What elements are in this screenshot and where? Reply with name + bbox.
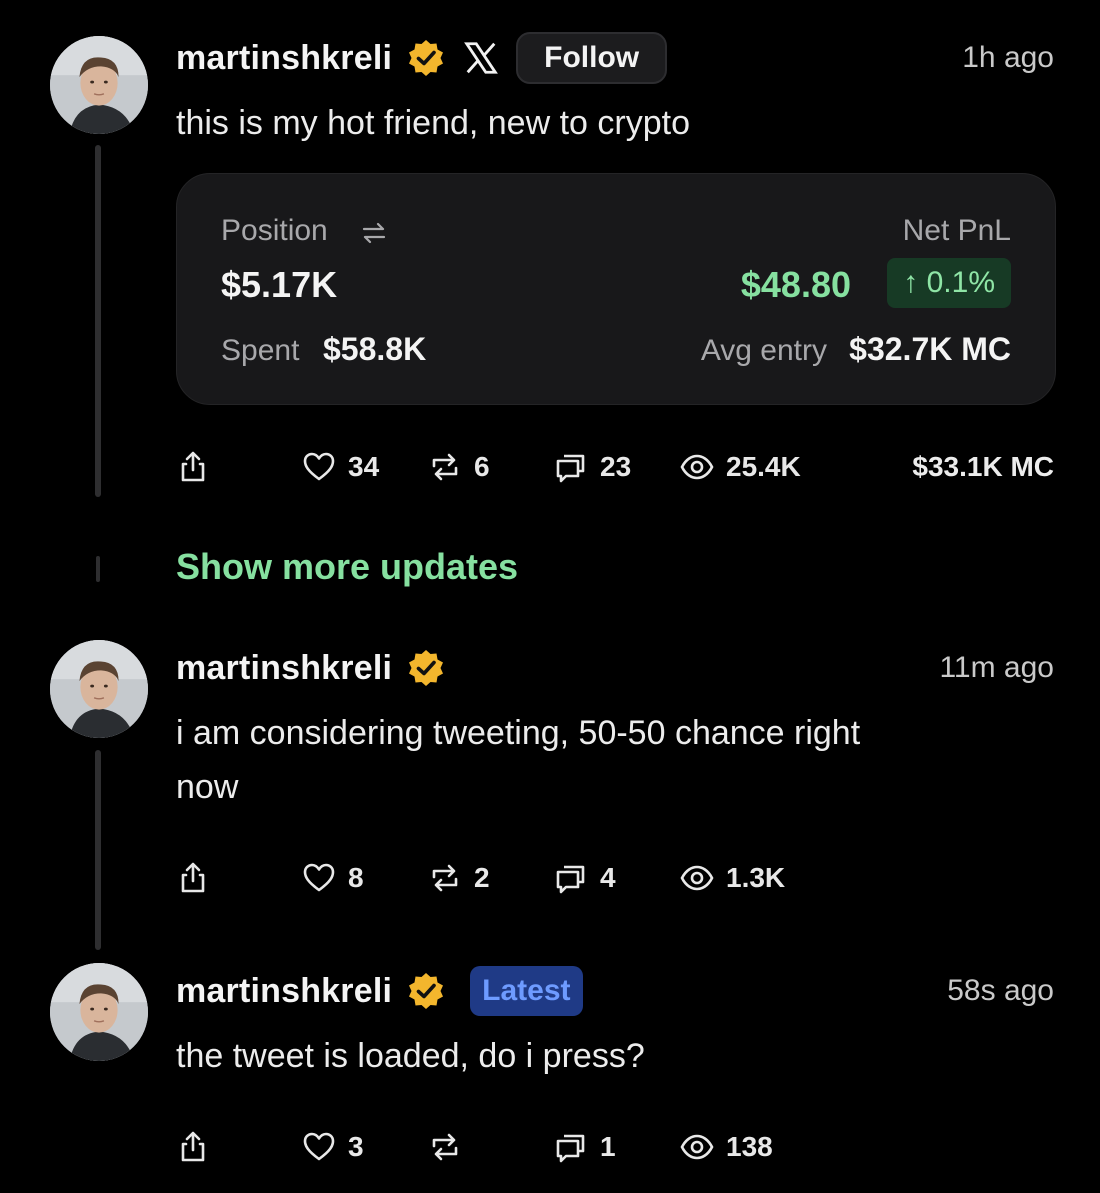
thread-line-short (96, 556, 100, 582)
avg-entry-value: $32.7K MC (849, 331, 1011, 367)
comment-icon (556, 865, 585, 894)
post-actions: 34 6 23 25.4K $33.1K MC (176, 445, 1054, 489)
avatar-photo (50, 963, 148, 1061)
repost-button[interactable]: 2 (428, 856, 490, 900)
comment-count: 4 (600, 862, 616, 893)
avatar[interactable] (50, 963, 148, 1061)
like-count: 34 (348, 451, 380, 482)
repost-icon (432, 453, 458, 481)
avatar[interactable] (50, 640, 148, 738)
repost-button[interactable] (428, 1125, 474, 1169)
post-text: the tweet is loaded, do i press? (176, 1037, 645, 1075)
view-count: 138 (726, 1131, 773, 1162)
share-button[interactable] (176, 445, 210, 489)
position-value: $5.17K (221, 264, 338, 305)
x-logo-icon[interactable] (462, 39, 500, 77)
eye-icon (680, 865, 714, 891)
avatar-photo (50, 36, 148, 134)
timestamp: 11m ago (939, 651, 1054, 684)
eye-icon (680, 1134, 714, 1160)
position-label: Position (221, 214, 328, 247)
comment-button[interactable]: 23 (554, 445, 631, 489)
like-button[interactable]: 8 (302, 856, 364, 900)
views-button[interactable]: 1.3K (680, 856, 785, 900)
username[interactable]: martinshkreli (176, 39, 392, 78)
timestamp: 1h ago (962, 41, 1054, 74)
view-count: 25.4K (726, 451, 801, 482)
avg-entry-label: Avg entry (700, 334, 827, 367)
share-button[interactable] (176, 856, 210, 900)
verified-badge-icon (409, 650, 444, 686)
username[interactable]: martinshkreli (176, 972, 392, 1011)
heart-icon (303, 452, 335, 481)
latest-badge: Latest (470, 966, 583, 1016)
share-icon (181, 862, 205, 893)
post-text: this is my hot friend, new to crypto (176, 104, 690, 142)
views-button[interactable]: 138 (680, 1125, 773, 1169)
post-text-line-1: i am considering tweeting, 50-50 chance … (176, 714, 861, 752)
post-header: martinshkreli Latest 58s ago (176, 961, 1054, 1021)
follow-button[interactable]: Follow (516, 32, 668, 84)
market-cap: $33.1K MC (912, 451, 1054, 482)
verified-badge-icon (409, 973, 444, 1009)
like-button[interactable]: 3 (302, 1125, 364, 1169)
like-count: 8 (348, 862, 364, 893)
repost-button[interactable]: 6 (428, 445, 490, 489)
post-header: martinshkreli Follow 1h ago (176, 28, 1054, 88)
post-2: martinshkreli 11m ago i am considering t… (176, 638, 1054, 814)
thread-line (95, 145, 101, 497)
post-3: martinshkreli Latest 58s ago the tweet i… (176, 961, 1054, 1083)
avatar-photo (50, 640, 148, 738)
heart-icon (303, 863, 335, 892)
post-1: martinshkreli Follow 1h ago this is my h… (176, 28, 1054, 150)
position-card[interactable]: Position $5.17K Net PnL $48.80 ↑ 0.1% Sp… (176, 173, 1056, 405)
repost-count: 6 (474, 451, 490, 482)
heart-icon (303, 1132, 335, 1161)
post-actions: 3 1 138 (176, 1125, 1054, 1169)
thread-line (95, 750, 101, 950)
share-icon (181, 451, 205, 482)
comment-button[interactable]: 4 (554, 856, 616, 900)
timestamp: 58s ago (947, 974, 1054, 1007)
username[interactable]: martinshkreli (176, 649, 392, 688)
net-pnl-label: Net PnL (902, 214, 1011, 247)
comment-icon (556, 1134, 585, 1163)
repost-count: 2 (474, 862, 490, 893)
repost-icon (432, 1133, 458, 1161)
like-button[interactable]: 34 (302, 445, 379, 489)
spent-value: $58.8K (323, 331, 427, 367)
spent-label: Spent (221, 334, 300, 367)
repost-icon (432, 864, 458, 892)
avatar[interactable] (50, 36, 148, 134)
pnl-change-badge: ↑ 0.1% (887, 258, 1011, 308)
post-actions: 8 2 4 1.3K (176, 856, 1054, 900)
views-button[interactable]: 25.4K (680, 445, 801, 489)
view-count: 1.3K (726, 862, 786, 893)
comment-icon (556, 454, 585, 483)
like-count: 3 (348, 1131, 364, 1162)
verified-badge-icon (409, 40, 444, 76)
feed: martinshkreli Follow 1h ago this is my h… (0, 0, 1100, 1193)
share-button[interactable] (176, 1125, 210, 1169)
comment-count: 23 (600, 451, 632, 482)
post-header: martinshkreli 11m ago (176, 638, 1054, 698)
net-pnl-value: $48.80 (740, 264, 851, 305)
eye-icon (680, 454, 714, 480)
swap-icon[interactable] (361, 220, 387, 246)
comment-count: 1 (600, 1131, 616, 1162)
share-icon (181, 1131, 205, 1162)
show-more-updates-link[interactable]: Show more updates (176, 546, 518, 588)
post-text-line-2: now (176, 768, 239, 806)
comment-button[interactable]: 1 (554, 1125, 616, 1169)
